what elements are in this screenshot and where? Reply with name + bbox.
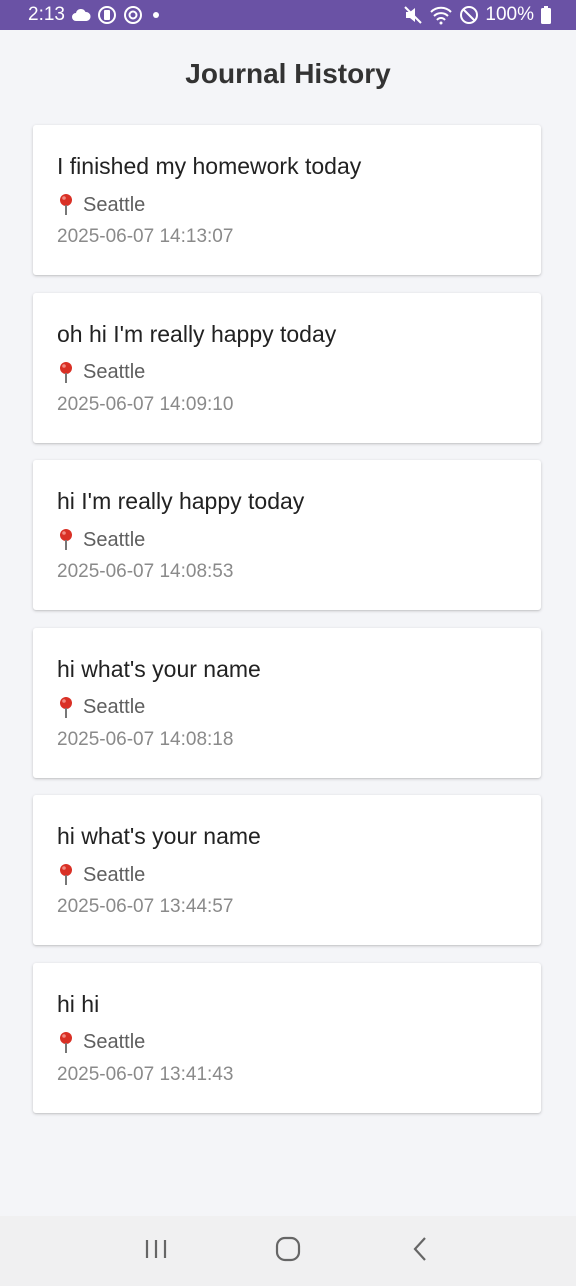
entry-timestamp: 2025-06-07 14:08:18: [57, 728, 234, 750]
notification-dot-icon: [152, 12, 159, 18]
entry-location: Seattle: [57, 361, 517, 385]
journal-entry-card[interactable]: hi I'm really happy today Seattle 2025-0…: [33, 460, 541, 610]
entry-text: I finished my homework today: [57, 153, 362, 179]
entry-location: Seattle: [57, 696, 517, 720]
journal-entry-list: I finished my homework today Seattle 202…: [33, 125, 541, 1130]
location-pin-icon: [57, 863, 75, 887]
entry-text: hi what's your name: [57, 823, 261, 849]
entry-location: Seattle: [57, 1031, 517, 1055]
page-title: Journal History: [185, 58, 391, 89]
status-bar: 2:13 100%: [0, 0, 576, 30]
entry-text: hi I'm really happy today: [57, 488, 305, 514]
cloud-icon: [71, 8, 91, 22]
entry-timestamp: 2025-06-07 14:08:53: [57, 561, 234, 582]
entry-timestamp: 2025-06-07 13:44:57: [57, 896, 234, 917]
journal-entry-card[interactable]: I finished my homework today Seattle 202…: [33, 125, 541, 275]
mute-icon: [403, 5, 423, 25]
back-button[interactable]: [390, 1226, 450, 1276]
recents-button[interactable]: [126, 1226, 186, 1276]
entry-text: oh hi I'm really happy today: [57, 320, 337, 347]
battery-icon: [540, 5, 552, 25]
system-nav-bar: [0, 1216, 576, 1286]
entry-timestamp: 2025-06-07 13:41:43: [57, 1063, 234, 1085]
back-icon: [410, 1236, 430, 1267]
entry-location: Seattle: [57, 528, 517, 552]
entry-location-label: Seattle: [83, 528, 146, 551]
home-icon: [275, 1236, 301, 1267]
entry-location-label: Seattle: [83, 696, 146, 718]
entry-location-label: Seattle: [83, 1031, 146, 1053]
journal-entry-card[interactable]: oh hi I'm really happy today Seattle 202…: [33, 292, 541, 443]
device-icon: [97, 5, 117, 25]
entry-text: hi hi: [57, 990, 100, 1017]
entry-timestamp: 2025-06-07 14:13:07: [57, 226, 234, 247]
location-pin-icon: [57, 696, 75, 720]
location-pin-icon: [57, 1031, 75, 1055]
status-right: 100%: [403, 4, 552, 26]
location-pin-icon: [57, 528, 75, 552]
journal-entry-card[interactable]: hi hi Seattle 2025-06-07 13:41:43: [33, 962, 541, 1113]
status-time: 2:13: [28, 4, 65, 25]
journal-entry-card[interactable]: hi what's your name Seattle 2025-06-07 1…: [33, 627, 541, 778]
entry-location-label: Seattle: [83, 863, 146, 886]
entry-text: hi what's your name: [57, 655, 261, 682]
wifi-icon: [429, 5, 453, 25]
recents-icon: [143, 1238, 169, 1265]
entry-timestamp: 2025-06-07 14:09:10: [57, 393, 234, 415]
battery-percent: 100%: [485, 4, 534, 25]
home-button[interactable]: [258, 1226, 318, 1276]
sync-icon: [123, 5, 143, 25]
location-pin-icon: [57, 361, 75, 385]
entry-location: Seattle: [57, 863, 517, 887]
journal-entry-card[interactable]: hi what's your name Seattle 2025-06-07 1…: [33, 795, 541, 945]
entry-location: Seattle: [57, 193, 517, 217]
entry-location-label: Seattle: [83, 193, 146, 216]
status-left: 2:13: [28, 4, 159, 26]
location-pin-icon: [57, 193, 75, 217]
do-not-disturb-icon: [459, 5, 479, 25]
entry-location-label: Seattle: [83, 361, 146, 383]
